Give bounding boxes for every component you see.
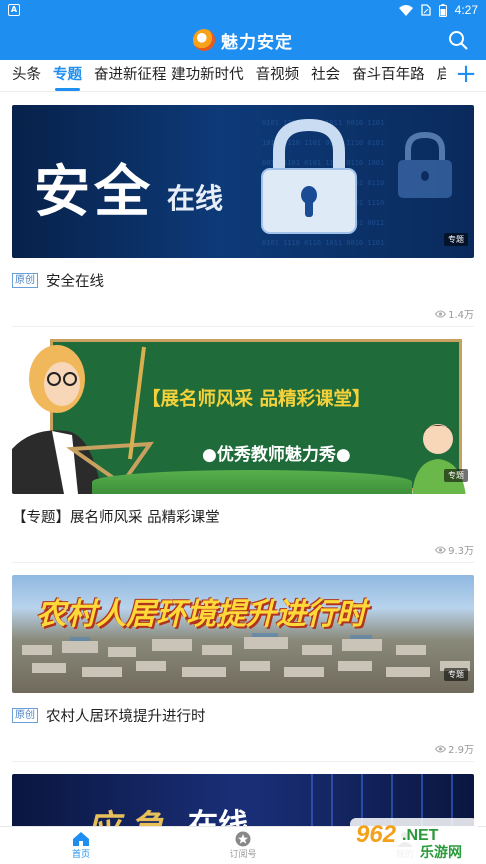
padlock-icon [261,118,357,234]
news-card[interactable]: 农村人居环境提升进行时 专题 原创 农村人居环境提升进行时 2.9万 [12,563,474,761]
tab-new-journey[interactable]: 奋进新征程 建功新时代 [94,60,244,91]
student-illustration [412,424,466,494]
tab-society[interactable]: 社会 [311,60,340,91]
topic-badge: 专题 [444,233,468,246]
eye-icon [435,546,447,553]
banner-headline: 【展名师风采 品精彩课堂】 [142,389,371,410]
eye-icon [435,745,447,752]
tab-topics[interactable]: 专题 [53,60,82,91]
tab-headlines[interactable]: 头条 [12,60,41,91]
app-root: A 4:27 魅力安定 头条 专题 奋进新征程 建功新时代 音视频 社会 奋斗百… [0,0,486,864]
status-bar: A 4:27 [0,0,486,20]
add-channel-button[interactable]: + [446,60,486,91]
original-badge: 原创 [12,272,38,288]
topic-badge: 专题 [444,469,468,482]
news-thumbnail: 农村人居环境提升进行时 专题 [12,575,474,693]
grass-decoration [92,470,412,494]
view-count: 9.3万 [435,542,474,557]
padlock-small-icon [398,131,452,198]
svg-text:962: 962 [356,821,397,848]
view-count: 2.9万 [435,741,474,756]
home-icon [73,832,89,846]
sim-card-icon [420,4,431,16]
news-thumbnail: 【展名师风采 品精彩课堂】 ●优秀教师魅力秀● 专题 [12,339,474,494]
svg-text:.NET: .NET [402,827,439,844]
site-watermark-logo: 962 .NET 乐游网 [350,816,480,862]
search-icon[interactable] [448,30,468,50]
clock: 4:27 [454,3,478,17]
channel-tabs: 头条 专题 奋进新征程 建功新时代 音视频 社会 奋斗百年路 启 + [0,60,486,92]
wifi-icon [398,4,413,16]
svg-text:0101 1110 0110 1011 0010 1101: 0101 1110 0110 1011 0010 1101 [262,239,384,247]
news-thumbnail: 0101 1100 0110 1011 0010 1101 1011 0110 … [12,105,474,258]
app-header: 魅力安定 [0,20,486,60]
banner-subtitle: 在线 [167,182,224,215]
view-count: 1.4万 [435,306,474,321]
news-title: 农村人居环境提升进行时 [46,708,206,725]
original-badge: 原创 [12,707,38,723]
tab-century-struggle[interactable]: 奋斗百年路 [352,60,425,91]
news-card[interactable]: 【展名师风采 品精彩课堂】 ●优秀教师魅力秀● 专题 【专题】展名师风采 品精彩… [12,327,474,562]
svg-text:乐游网: 乐游网 [420,844,462,861]
news-feed: 0101 1100 0110 1011 0010 1101 1011 0110 … [0,93,486,854]
news-card[interactable]: 0101 1100 0110 1011 0010 1101 1011 0110 … [12,93,474,326]
banner-headline: 农村人居环境提升进行时 [36,597,366,632]
banner-subtitle: ●优秀教师魅力秀● [202,445,351,465]
notification-badge-icon: A [8,4,20,16]
topic-badge: 专题 [444,668,468,681]
app-logo [193,29,215,51]
tab-video[interactable]: 音视频 [256,60,300,91]
banner-headline: 安全 [34,160,154,225]
eye-icon [435,310,447,317]
app-title: 魅力安定 [221,32,293,53]
star-badge-icon [235,831,251,847]
nav-home[interactable]: 首页 [0,827,162,864]
news-title: 安全在线 [46,273,104,290]
nav-subscriptions[interactable]: 订阅号 [162,827,324,864]
teacher-illustration [12,345,155,494]
news-title: 【专题】展名师风采 品精彩课堂 [12,509,220,526]
battery-icon [438,3,447,17]
